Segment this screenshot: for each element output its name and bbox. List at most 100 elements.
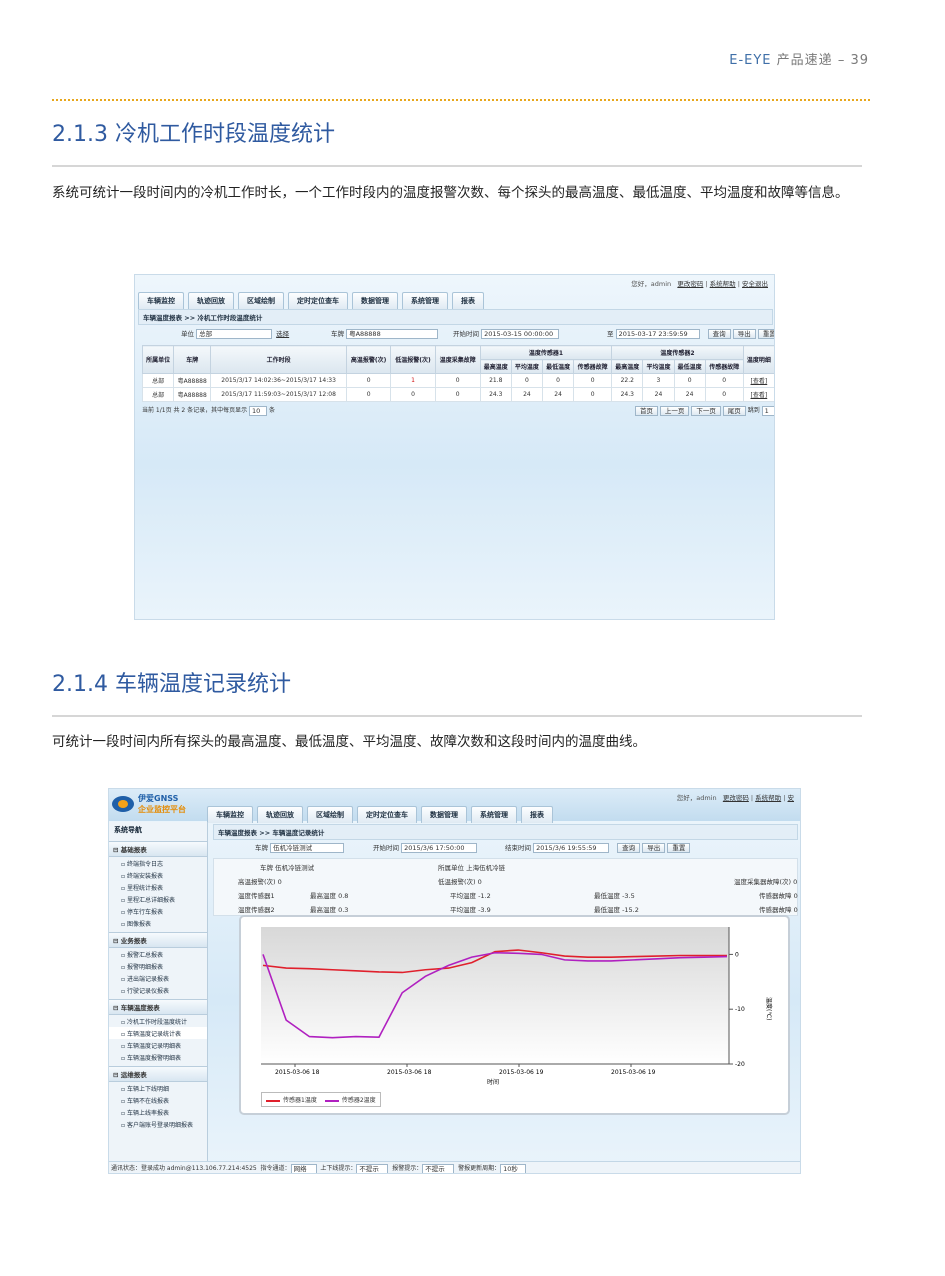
sidebar-item[interactable]: ▫ 停车行车报表 [109, 905, 207, 917]
query-button[interactable]: 查询 [707, 329, 731, 339]
first-page-button[interactable]: 首页 [635, 405, 658, 416]
worktime-table: 所属单位 车牌 工作时段 高温报警(次) 低温报警(次) 温度采集故障 温度传感… [141, 345, 774, 402]
view-detail-link[interactable]: [查看] [742, 387, 774, 402]
table-cell: 1 [390, 373, 436, 388]
summary-org: 所属单位 上海伍机冷链 [438, 864, 506, 872]
change-password-link-2[interactable]: 更改密码 [723, 794, 749, 802]
query-button-2[interactable]: 查询 [617, 843, 641, 853]
sidebar-item[interactable]: ▫ 车辆上线率报表 [109, 1106, 207, 1118]
tab-area-draw[interactable]: 区域绘制 [238, 292, 284, 309]
tab-track-playback[interactable]: 轨迹回放 [188, 292, 234, 309]
sidebar-item[interactable]: ▫ 车辆不在线报表 [109, 1094, 207, 1106]
sidebar-item[interactable]: ▫ 终端指令日志 [109, 857, 207, 869]
sidebar-group[interactable]: ⊟ 车辆温度报表 [109, 999, 207, 1015]
screenshot-temp-record: 伊爱GNSS 企业监控平台 您好，admin 更改密码 | 系统帮助 | 安 车… [108, 788, 801, 1174]
table-cell: 总部 [141, 387, 175, 402]
table-cell: 0 [510, 373, 544, 388]
unit-input[interactable]: 总部 [196, 329, 273, 339]
top-links: 您好，admin 更改密码 | 系统帮助 | 安全退出 [631, 280, 768, 288]
plate-input-2[interactable]: 伍机冷链测试 [270, 843, 345, 853]
tab2-vehicle-monitor[interactable]: 车辆监控 [207, 806, 253, 823]
sidebar-item[interactable]: ▫ 车辆温度记录统计表 [109, 1027, 207, 1039]
breadcrumb-2: 车辆温度报表 >> 车辆温度记录统计 [213, 824, 798, 840]
sidebar-group[interactable]: ⊟ 基础报表 [109, 841, 207, 857]
tab2-reports[interactable]: 报表 [521, 806, 553, 823]
y-axis-label: 温度(℃) [765, 997, 773, 1020]
tab2-data-manage[interactable]: 数据管理 [421, 806, 467, 823]
plate-input[interactable]: 粤A88888 [346, 329, 439, 339]
start-time-input[interactable]: 2015-03-15 00:00:00 [481, 329, 560, 339]
tab-timed-locate[interactable]: 定时定位查车 [288, 292, 348, 309]
help-link[interactable]: 系统帮助 [710, 280, 736, 288]
pager-nav: 首页 上一页 下一页 尾页 跳到 1 [635, 405, 774, 416]
prev-page-button[interactable]: 上一页 [659, 405, 690, 416]
reset-button[interactable]: 重置 [757, 329, 774, 339]
jump-page-select[interactable]: 1 [761, 405, 774, 416]
subcol-6: 最低温度 [673, 359, 706, 374]
export-button-2[interactable]: 导出 [642, 843, 666, 853]
status-login: 通讯状态：登录成功 admin@113.106.77.214:4525 [111, 1165, 257, 1172]
tab2-track-playback[interactable]: 轨迹回放 [257, 806, 303, 823]
tab2-system-manage[interactable]: 系统管理 [471, 806, 517, 823]
sidebar-item[interactable]: ▫ 车辆温度报警明细表 [109, 1051, 207, 1063]
filter-end-2: 结束时间 2015/3/6 19:55:59 查询 导出 重置 [505, 842, 691, 853]
alarm-select[interactable]: 不提示 [422, 1163, 455, 1173]
help-link-2[interactable]: 系统帮助 [755, 794, 781, 802]
subcol-3: 传感器故障 [573, 359, 613, 374]
col-sensor1: 温度传感器1 [479, 345, 613, 360]
summary-s2-max: 最高温度 0.3 [310, 906, 349, 914]
summary-s2-fault: 传感器故障 0 [759, 906, 798, 914]
sidebar-item[interactable]: ▫ 车辆温度记录明细表 [109, 1039, 207, 1051]
filter-start: 开始时间 2015-03-15 00:00:00 [453, 328, 560, 339]
sidebar-item[interactable]: ▫ 报警明细报表 [109, 960, 207, 972]
select-link[interactable]: 选择 [276, 330, 289, 338]
sidebar-item[interactable]: ▫ 里程统计报表 [109, 881, 207, 893]
col-collect-fault: 温度采集故障 [434, 345, 481, 374]
end-time-input[interactable]: 2015-03-17 23:59:59 [615, 329, 700, 339]
end-time-input-2[interactable]: 2015/3/6 19:55:59 [533, 843, 610, 853]
change-password-link[interactable]: 更改密码 [677, 280, 703, 288]
summary-s2-avg: 平均温度 -3.9 [450, 906, 491, 914]
table-cell: 0 [390, 387, 436, 402]
sidebar-item[interactable]: ▫ 进出端记录报表 [109, 972, 207, 984]
pager-info: 当前 1/1页 共 2 条记录，其中每页显示 10 条 [142, 405, 275, 416]
refresh-select[interactable]: 10秒 [500, 1163, 527, 1173]
cmd-channel-select[interactable]: 网络 [290, 1163, 317, 1173]
logout-link-2[interactable]: 安 [788, 794, 795, 802]
logout-link[interactable]: 安全退出 [742, 280, 768, 288]
summary-s1-fault: 传感器故障 0 [759, 892, 798, 900]
sidebar-item[interactable]: ▫ 报警汇总报表 [109, 948, 207, 960]
sidebar-group[interactable]: ⊟ 业务报表 [109, 932, 207, 948]
sidebar-group[interactable]: ⊟ 运维报表 [109, 1066, 207, 1082]
export-button[interactable]: 导出 [732, 329, 756, 339]
tab-system-manage[interactable]: 系统管理 [402, 292, 448, 309]
sidebar-item[interactable]: ▫ 行驶记录仪报表 [109, 984, 207, 996]
reset-button-2[interactable]: 重置 [667, 843, 691, 853]
sidebar-item[interactable]: ▫ 终端安装报表 [109, 869, 207, 881]
tab-reports[interactable]: 报表 [452, 292, 484, 309]
sidebar-item[interactable]: ▫ 车辆上下线明细 [109, 1082, 207, 1094]
tab-vehicle-monitor[interactable]: 车辆监控 [138, 292, 184, 309]
sidebar-item[interactable]: ▫ 里程汇总详细报表 [109, 893, 207, 905]
sidebar-item[interactable]: ▫ 冷机工作时段温度统计 [109, 1015, 207, 1027]
view-detail-link[interactable]: [查看] [742, 373, 774, 388]
next-page-button[interactable]: 下一页 [691, 405, 721, 416]
last-page-button[interactable]: 尾页 [722, 405, 746, 416]
sidebar-item[interactable]: ▫ 图像报表 [109, 917, 207, 929]
tab-data-manage[interactable]: 数据管理 [352, 292, 398, 309]
table-cell: 0 [573, 373, 613, 388]
summary-s1: 温度传感器1 [238, 892, 275, 900]
section-rule-2 [52, 715, 862, 717]
table-cell: 2015/3/17 14:02:36~2015/3/17 14:33 [210, 373, 347, 388]
table-cell: 0 [345, 373, 392, 388]
tab2-timed-locate[interactable]: 定时定位查车 [357, 806, 417, 823]
sidebar-title: 系统导航 [114, 826, 142, 834]
updown-select[interactable]: 不提示 [356, 1163, 389, 1173]
page-size-select[interactable]: 10 [249, 405, 268, 416]
section-title-1: 2.1.3 冷机工作时段温度统计 [52, 122, 335, 147]
start-time-input-2[interactable]: 2015/3/6 17:50:00 [401, 843, 478, 853]
sidebar-item[interactable]: ▫ 客户端账号登录明细报表 [109, 1118, 207, 1130]
table-cell: 粤A88888 [173, 387, 212, 402]
summary-low-alarm: 低温报警(次) 0 [438, 878, 482, 886]
tab2-area-draw[interactable]: 区域绘制 [307, 806, 353, 823]
